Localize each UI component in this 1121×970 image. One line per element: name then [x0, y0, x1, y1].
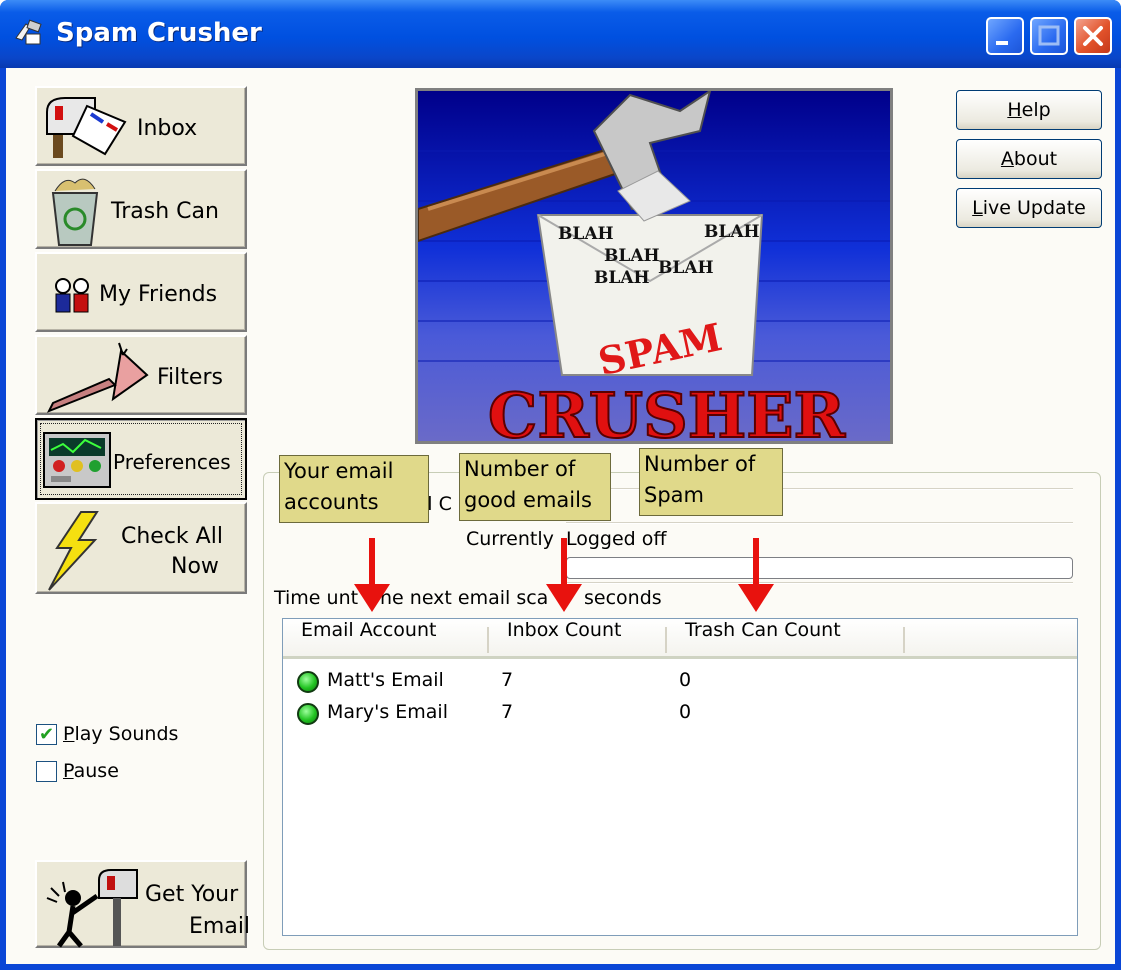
get-email-line1: Get Your	[145, 882, 239, 907]
separator-line	[566, 582, 1073, 584]
help-text: elp	[1021, 99, 1051, 121]
blah-text-1: BLAH	[558, 224, 614, 244]
minimize-button[interactable]	[986, 17, 1024, 55]
close-icon	[1083, 26, 1103, 46]
status-green-icon	[297, 671, 319, 693]
blah-text-5: BLAH	[594, 268, 650, 288]
trash-count: 0	[679, 669, 692, 691]
pause-label: Pause	[63, 760, 119, 782]
nav-friends-button[interactable]: My Friends	[35, 252, 247, 332]
friends-icon	[55, 278, 89, 313]
live-update-accel: L	[972, 197, 983, 219]
about-text: bout	[1013, 148, 1058, 170]
email-accounts-list[interactable]: Email Account Inbox Count Trash Can Coun…	[282, 618, 1078, 936]
banner-illustration: BLAH BLAH BLAH BLAH BLAH SPAM CRUSHER	[418, 91, 890, 441]
column-separator[interactable]	[665, 627, 667, 653]
callout-accounts-line1: Your email	[284, 459, 394, 483]
column-separator[interactable]	[903, 627, 905, 653]
arrow-down-icon	[546, 538, 582, 612]
nav-trash-button[interactable]: Trash Can	[35, 169, 247, 249]
callout-email-accounts: Your email accounts	[279, 455, 429, 523]
scan-progress-bar	[566, 557, 1073, 579]
help-button[interactable]: Help	[956, 90, 1102, 130]
trash-count: 0	[679, 701, 692, 723]
status-green-icon	[297, 703, 319, 725]
maximize-icon	[1038, 25, 1060, 46]
arrow-down-icon	[738, 538, 774, 612]
funnel-icon	[46, 342, 149, 413]
account-name: Mary's Email	[327, 701, 448, 723]
time-label-start: Time unt	[274, 587, 359, 609]
pause-accel: P	[63, 760, 74, 782]
callout-spam: Number of Spam	[639, 448, 783, 516]
list-item[interactable]: Mary's Email 7 0	[283, 699, 1077, 729]
nav-preferences-button[interactable]: Preferences	[35, 418, 247, 500]
currently-label: Currently	[466, 528, 554, 550]
column-trash-can-count[interactable]: Trash Can Count	[685, 619, 841, 657]
time-label-end: seconds	[584, 587, 662, 609]
lightning-icon	[48, 511, 99, 591]
callout-good-emails: Number of good emails	[459, 453, 611, 521]
callout-spam-line1: Number of	[644, 452, 756, 476]
column-separator[interactable]	[487, 627, 489, 653]
checkmark-icon: ✔	[36, 723, 57, 745]
list-item[interactable]: Matt's Email 7 0	[283, 667, 1077, 697]
blah-text-2: BLAH	[704, 222, 760, 242]
separator-line	[566, 522, 1073, 524]
trash-can-icon	[51, 178, 99, 246]
time-label-mid: he next email sca	[380, 587, 549, 609]
nav-check-all-line2: Now	[171, 554, 219, 579]
nav-inbox-label: Inbox	[137, 116, 198, 141]
client-area: Inbox Trash Can My Friends Filters Prefe…	[6, 68, 1115, 964]
callout-good-line1: Number of	[464, 457, 576, 481]
nav-filters-label: Filters	[157, 365, 223, 390]
blah-text-3: BLAH	[604, 246, 660, 266]
spam-crusher-banner: BLAH BLAH BLAH BLAH BLAH SPAM CRUSHER	[415, 88, 893, 444]
pause-text: ause	[73, 760, 119, 782]
about-button[interactable]: About	[956, 139, 1102, 179]
nav-preferences-label: Preferences	[113, 450, 231, 474]
play-sounds-text: lay Sounds	[74, 723, 179, 745]
list-header: Email Account Inbox Count Trash Can Coun…	[283, 619, 1077, 659]
inbox-count: 7	[501, 669, 514, 691]
nav-check-all-button[interactable]: Check All Now	[35, 502, 247, 594]
play-sounds-accel: P	[63, 723, 75, 745]
maximize-button[interactable]	[1030, 17, 1068, 55]
callout-good-line2: good emails	[464, 488, 592, 512]
play-sounds-checkbox[interactable]: ✔ Play Sounds	[36, 723, 178, 745]
person-mailbox-icon	[46, 869, 138, 948]
window-title: Spam Crusher	[56, 18, 262, 48]
control-panel-icon	[43, 432, 111, 488]
nav-filters-button[interactable]: Filters	[35, 335, 247, 415]
crusher-word: CRUSHER	[488, 379, 846, 441]
unchecked-box-icon	[36, 760, 57, 782]
nav-trash-label: Trash Can	[111, 199, 219, 224]
get-email-line2: Email	[189, 914, 251, 939]
nav-friends-label: My Friends	[99, 282, 218, 307]
about-accel: A	[1000, 148, 1014, 170]
live-update-text: ive Update	[982, 197, 1086, 219]
app-icon	[15, 19, 42, 45]
nav-check-all-line1: Check All	[121, 524, 223, 549]
callout-spam-line2: Spam	[644, 483, 704, 507]
live-update-button[interactable]: Live Update	[956, 188, 1102, 228]
arrow-down-icon	[354, 538, 390, 612]
nav-inbox-button[interactable]: Inbox	[35, 86, 247, 166]
play-sounds-label: Play Sounds	[63, 723, 178, 745]
mailbox-icon	[46, 97, 127, 158]
pause-checkbox[interactable]: Pause	[36, 760, 119, 782]
title-bar[interactable]: Spam Crusher	[0, 0, 1121, 68]
blah-text-4: BLAH	[658, 258, 714, 278]
column-email-account[interactable]: Email Account	[301, 619, 436, 657]
help-accel: H	[1007, 99, 1022, 121]
account-name: Matt's Email	[327, 669, 444, 691]
app-window: Spam Crusher Inbox Trash Can My Friends …	[0, 0, 1121, 970]
callout-accounts-line2: accounts	[284, 490, 379, 514]
close-button[interactable]	[1074, 17, 1112, 55]
inbox-count: 7	[501, 701, 514, 723]
minimize-icon	[996, 41, 1008, 45]
get-email-button[interactable]: Get Your Email	[35, 860, 251, 948]
column-inbox-count[interactable]: Inbox Count	[507, 619, 621, 657]
